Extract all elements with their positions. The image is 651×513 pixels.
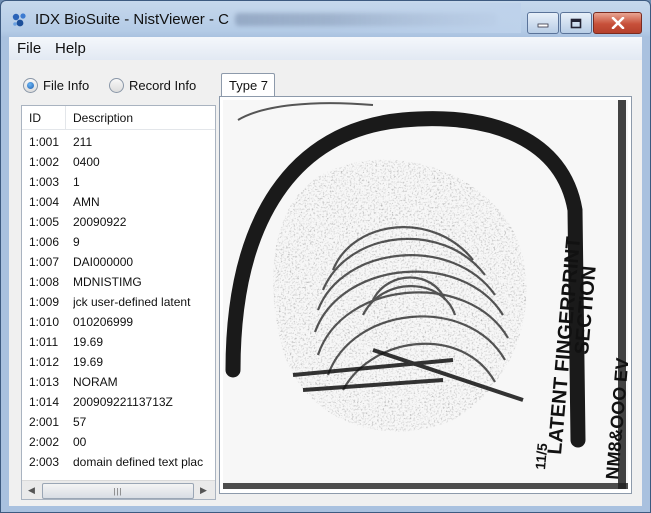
scroll-grip-icon: ||| [113,486,123,496]
file-info-option[interactable]: File Info [23,78,89,93]
fingerprint-image: LATENT FINGERPRINT SECTION NM8&OOO EV 11… [223,100,633,489]
list-rows: 1:001 211 1:002 0400 1:003 1 1:004 AMN 1:005 2009… [22,131,215,471]
maximize-button[interactable] [560,12,592,34]
row-id: 1:005 [29,215,60,229]
row-description: jck user-defined latent [73,295,191,309]
table-row[interactable]: 1:004 AMN [22,191,215,211]
table-row[interactable]: 1:001 211 [22,131,215,151]
row-id: 1:006 [29,235,60,249]
scroll-right-icon[interactable]: ▶ [200,485,207,496]
table-row[interactable]: 2:003 domain defined text plac [22,451,215,471]
row-id: 1:001 [29,135,60,149]
row-id: 1:009 [29,295,60,309]
row-description: 0400 [73,155,100,169]
row-id: 1:012 [29,355,60,369]
table-row[interactable]: 1:010 010206999 [22,311,215,331]
row-description: 19.69 [73,355,104,369]
row-id: 1:007 [29,255,60,269]
table-row[interactable]: 1:008 MDNISTIMG [22,271,215,291]
table-row[interactable]: 1:013 NORAM [22,371,215,391]
row-id: 2:003 [29,455,60,469]
row-description: 010206999 [73,315,134,329]
menu-bar: File Help [9,37,642,61]
row-description: NORAM [73,375,118,389]
menu-file[interactable]: File [17,40,41,57]
title-fade [331,3,521,33]
horizontal-scrollbar[interactable]: ◀ ||| ▶ [22,480,215,499]
file-info-label: File Info [43,78,90,93]
record-info-option[interactable]: Record Info [109,78,196,93]
window-title-text: IDX BioSuite - NistViewer - C [35,11,229,28]
table-row[interactable]: 2:001 57 [22,411,215,431]
row-description: 1 [73,175,80,189]
row-id: 1:010 [29,315,60,329]
maximize-icon [570,18,582,28]
app-window: IDX BioSuite - NistViewer - C File Help … [0,0,651,513]
row-id: 1:004 [29,195,60,209]
tab-label: Type 7 [229,78,269,93]
table-row[interactable]: 1:007 DAI000000 [22,251,215,271]
record-info-label: Record Info [129,78,197,93]
records-list[interactable]: ID Description 1:001 211 1:002 0400 1:003 1 1:… [21,105,216,500]
tab-type-7[interactable]: Type 7 [221,73,275,98]
row-description: 57 [73,415,87,429]
row-id: 1:011 [29,335,59,349]
card-text-date: 11/5 [532,442,550,470]
app-logo-icon [12,13,26,27]
scroll-left-icon[interactable]: ◀ [28,485,35,496]
row-id: 1:003 [29,175,60,189]
row-description: DAI000000 [73,255,134,269]
minimize-button[interactable] [527,12,559,34]
caption-buttons [526,12,642,34]
column-divider[interactable] [65,106,66,129]
table-row[interactable]: 1:002 0400 [22,151,215,171]
row-description: MDNISTIMG [73,275,142,289]
client-area: File Info Record Info ID Description 1:0… [9,60,642,506]
table-row[interactable]: 1:012 19.69 [22,351,215,371]
list-header: ID Description [22,106,215,130]
minimize-icon [537,23,549,28]
row-description: 00 [73,435,87,449]
row-id: 1:002 [29,155,60,169]
table-row[interactable]: 1:014 20090922113713Z [22,391,215,411]
fingerprint-image-graphic: LATENT FINGERPRINT SECTION NM8&OOO EV 11… [223,100,633,489]
row-description: 9 [73,235,80,249]
table-row[interactable]: 1:006 9 [22,231,215,251]
column-header-id[interactable]: ID [29,111,41,125]
table-row[interactable]: 2:002 00 [22,431,215,451]
row-description: 211 [73,135,93,149]
row-id: 1:008 [29,275,60,289]
scroll-thumb[interactable]: ||| [42,483,194,499]
row-description: domain defined text plac [73,455,204,469]
row-description: AMN [73,195,100,209]
record-info-radio[interactable] [109,78,124,93]
table-row[interactable]: 1:009 jck user-defined latent [22,291,215,311]
file-info-radio[interactable] [23,78,38,93]
close-icon [611,17,624,29]
title-bar[interactable]: IDX BioSuite - NistViewer - C [1,1,650,37]
table-row[interactable]: 1:003 1 [22,171,215,191]
close-button[interactable] [593,12,642,34]
menu-help[interactable]: Help [55,40,86,57]
row-id: 2:001 [29,415,60,429]
row-id: 2:002 [29,435,60,449]
row-id: 1:013 [29,375,60,389]
table-row[interactable]: 1:011 19.69 [22,331,215,351]
row-description: 20090922113713Z [73,395,173,409]
tab-content: LATENT FINGERPRINT SECTION NM8&OOO EV 11… [219,96,633,494]
table-row[interactable]: 1:005 20090922 [22,211,215,231]
row-description: 20090922 [73,215,127,229]
row-id: 1:014 [29,395,60,409]
column-header-description[interactable]: Description [73,111,133,125]
row-description: 19.69 [73,335,104,349]
